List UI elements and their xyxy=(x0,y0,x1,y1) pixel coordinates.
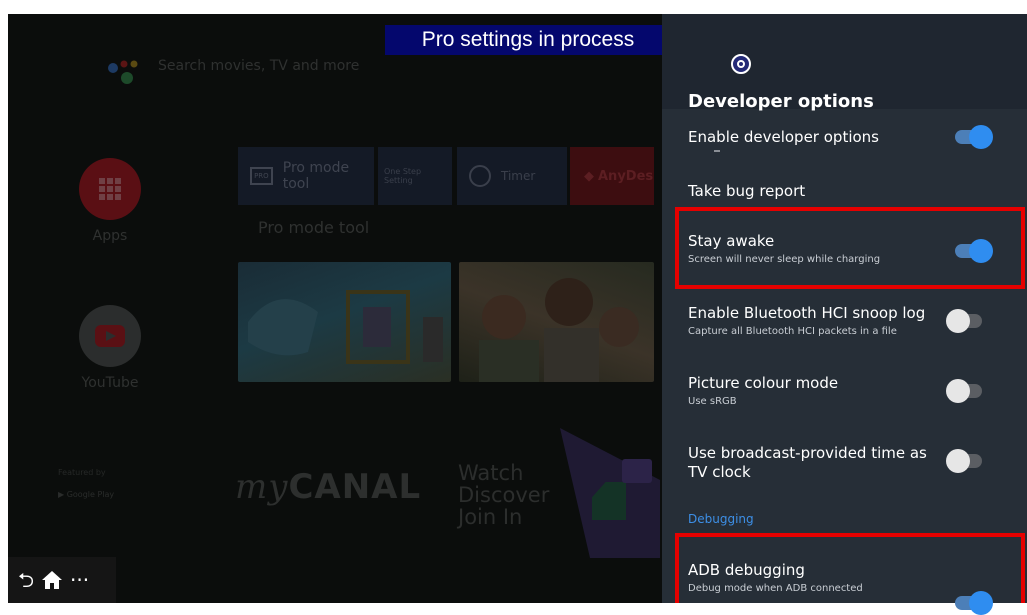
google-play-badge: ▶ Google Play xyxy=(58,490,115,499)
navigation-bar: ⮌ ··· xyxy=(8,557,116,603)
home-icon[interactable] xyxy=(42,571,63,589)
anydesk-label: AnyDes xyxy=(598,168,654,184)
back-icon[interactable]: ⮌ xyxy=(18,570,34,590)
promo-line-3: Join In xyxy=(458,505,523,529)
row-label-pro-mode: Pro mode tool xyxy=(258,218,370,237)
featured-by-label: Featured by xyxy=(58,468,106,477)
setting-picture-colour-mode[interactable]: Picture colour mode Use sRGB xyxy=(688,374,938,407)
google-play-label: Google Play xyxy=(66,490,115,499)
pointer-cursor-icon xyxy=(731,54,751,74)
setting-take-bug-report[interactable]: Take bug report xyxy=(688,182,938,201)
bluetooth-hci-toggle[interactable] xyxy=(946,309,982,333)
setting-title: Picture colour mode xyxy=(688,374,839,392)
setting-subtitle: Use sRGB xyxy=(688,396,737,407)
setting-title: Use broadcast-provided time as TV clock xyxy=(688,444,927,481)
timer-tile[interactable]: Timer xyxy=(457,147,567,205)
debugging-section-header: Debugging xyxy=(688,512,754,526)
twitch-promo-text: Watch Discover Join In xyxy=(458,462,549,528)
setting-title: Enable Bluetooth HCI snoop log xyxy=(688,304,926,322)
one-step-label: One Step Setting xyxy=(384,167,422,185)
apps-icon xyxy=(79,158,141,220)
apps-label: Apps xyxy=(92,228,128,244)
apps-shortcut[interactable]: Apps xyxy=(75,158,145,244)
pro-icon: PRO xyxy=(250,167,273,185)
panel-title: Developer options xyxy=(688,91,874,112)
mycanal-logo[interactable]: myCANAL xyxy=(235,467,421,507)
content-thumbnail-1[interactable] xyxy=(238,262,451,382)
pro-mode-tool-tile[interactable]: PRO Pro mode tool xyxy=(238,147,374,205)
thumbnail-art-2 xyxy=(479,278,639,382)
setting-title: Take bug report xyxy=(688,182,806,200)
content-thumbnail-2[interactable] xyxy=(459,262,654,382)
youtube-shortcut[interactable]: YouTube xyxy=(75,305,145,391)
setting-title: Enable developer options xyxy=(688,128,879,146)
one-step-setting-tile[interactable]: One Step Setting xyxy=(378,147,452,205)
promo-line-2: Discover xyxy=(458,483,550,507)
highlight-stay-awake xyxy=(675,207,1025,289)
youtube-label: YouTube xyxy=(81,375,139,391)
picture-colour-mode-toggle[interactable] xyxy=(946,379,982,403)
youtube-icon xyxy=(79,305,141,367)
promo-line-1: Watch xyxy=(458,461,524,485)
setting-subtitle: Capture all Bluetooth HCI packets in a f… xyxy=(688,326,897,337)
mycanal-logo-my: my xyxy=(235,467,289,507)
google-assistant-icon[interactable] xyxy=(103,56,145,86)
setting-bluetooth-hci-snoop-log[interactable]: Enable Bluetooth HCI snoop log Capture a… xyxy=(688,304,938,337)
search-placeholder[interactable]: Search movies, TV and more xyxy=(158,58,359,74)
anydesk-tile[interactable]: ◆ AnyDes xyxy=(570,147,654,205)
setting-broadcast-time[interactable]: Use broadcast-provided time as TV clock xyxy=(688,444,938,482)
enable-developer-options-toggle[interactable] xyxy=(955,125,993,149)
timer-label: Timer xyxy=(501,169,536,183)
highlight-adb-debugging xyxy=(675,533,1025,603)
twitch-icon xyxy=(622,459,652,483)
broadcast-time-toggle[interactable] xyxy=(946,449,982,473)
clock-icon xyxy=(469,165,491,187)
focus-indicator xyxy=(714,150,720,152)
anydesk-icon: ◆ xyxy=(584,168,594,184)
mycanal-logo-canal: CANAL xyxy=(288,467,422,507)
thumbnail-art-1 xyxy=(248,290,443,364)
setting-enable-developer-options[interactable]: Enable developer options xyxy=(688,128,938,147)
more-icon[interactable]: ··· xyxy=(70,570,89,590)
pro-settings-banner: Pro settings in process xyxy=(385,25,671,55)
pro-mode-tile-label: Pro mode tool xyxy=(282,160,350,192)
